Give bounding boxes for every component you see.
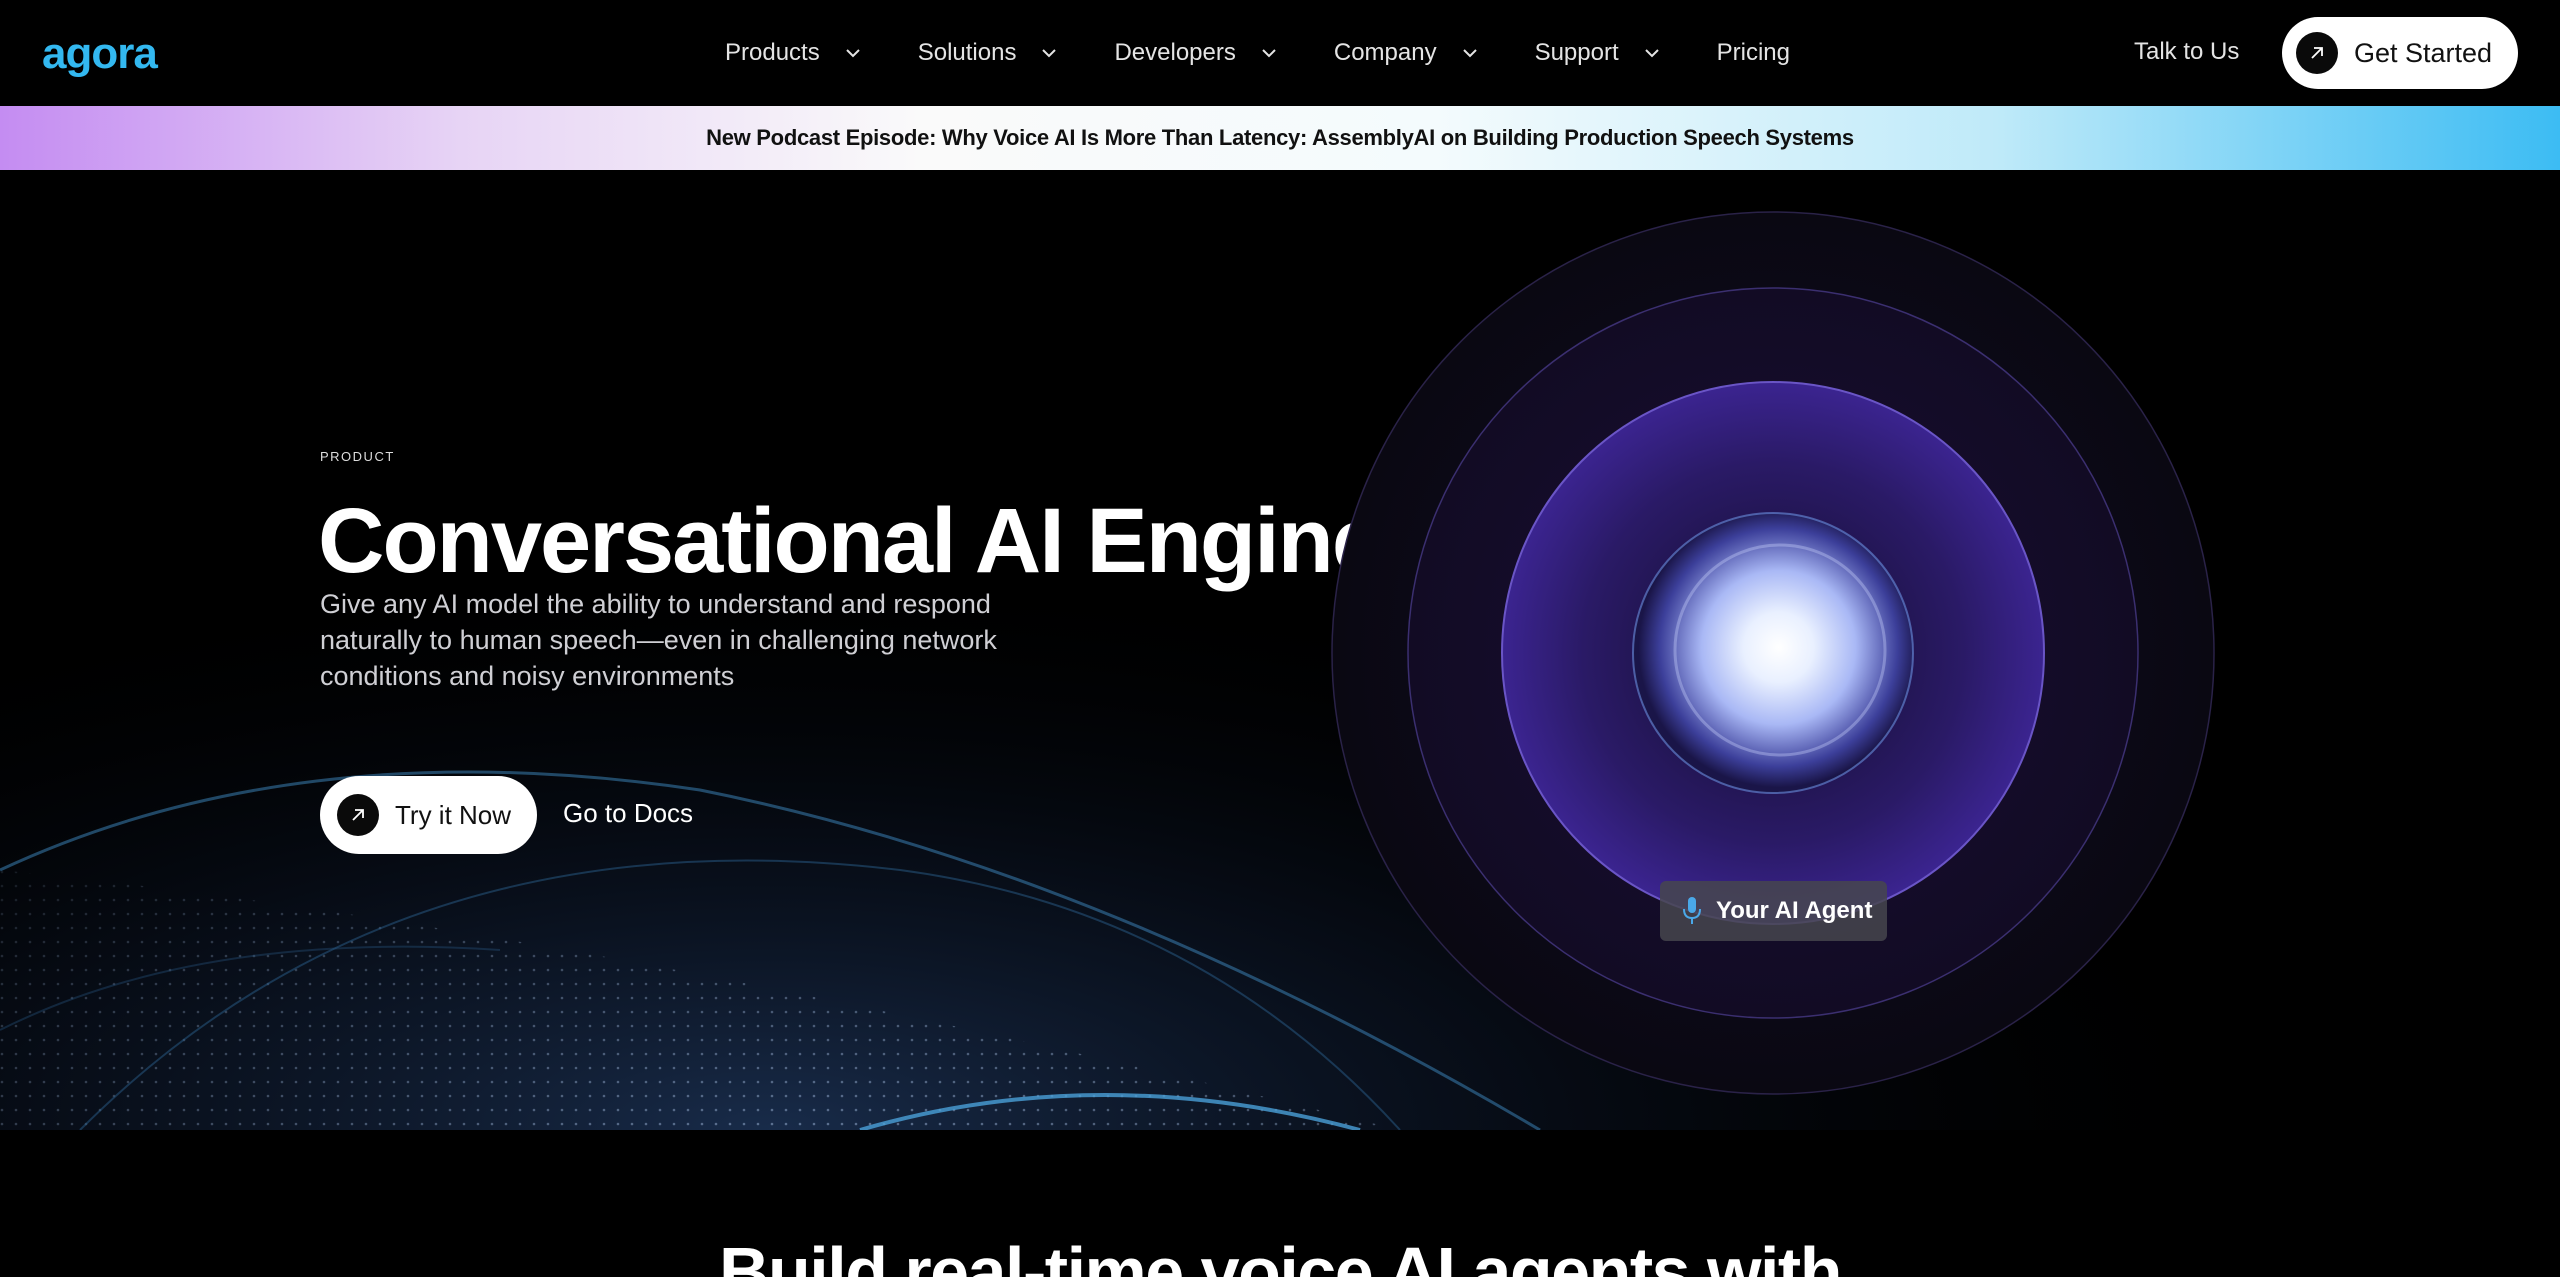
hero-subtitle: Give any AI model the ability to underst… — [320, 589, 997, 691]
hero-eyebrow: PRODUCT — [320, 449, 395, 464]
get-started-button[interactable]: Get Started — [2282, 17, 2518, 89]
nav-item-pricing[interactable]: Pricing — [1717, 39, 1790, 67]
talk-to-us-link[interactable]: Talk to Us — [2134, 38, 2239, 66]
nav-item-label: Products — [725, 39, 820, 66]
arrow-up-right-icon — [2296, 32, 2338, 74]
hero-section: PRODUCT Conversational AI Engine Give an… — [0, 170, 2560, 1130]
nav-item-company[interactable]: Company — [1334, 39, 1479, 67]
chevron-down-icon — [1262, 49, 1276, 58]
top-navigation: agora Products Solutions Developers Comp… — [0, 0, 2560, 106]
nav-item-products[interactable]: Products — [725, 39, 862, 67]
chevron-down-icon — [1462, 49, 1477, 58]
ai-agent-label: Your AI Agent — [1716, 897, 1873, 924]
agora-logo[interactable]: agora — [42, 32, 158, 80]
nav-item-label: Developers — [1114, 39, 1236, 66]
next-section: Build real-time voice AI agents with — [0, 1130, 2560, 1277]
try-it-now-label: Try it Now — [395, 799, 512, 830]
try-it-now-button[interactable]: Try it Now — [320, 776, 537, 854]
ai-orb-graphic — [1331, 211, 2215, 1095]
nav-item-developers[interactable]: Developers — [1114, 39, 1277, 67]
get-started-label: Get Started — [2354, 37, 2493, 68]
section-heading: Build real-time voice AI agents with — [719, 1233, 1843, 1277]
go-to-docs-link[interactable]: Go to Docs — [563, 798, 693, 829]
nav-item-label: Pricing — [1716, 39, 1790, 66]
chevron-down-icon — [1644, 49, 1659, 58]
announcement-banner[interactable]: New Podcast Episode: Why Voice AI Is Mor… — [0, 106, 2560, 170]
banner-text: New Podcast Episode: Why Voice AI Is Mor… — [706, 125, 1854, 150]
main-menu: Products Solutions Developers Company Su… — [725, 0, 1790, 106]
nav-item-support[interactable]: Support — [1535, 39, 1661, 67]
chevron-down-icon — [846, 49, 860, 58]
chevron-down-icon — [1042, 49, 1057, 58]
nav-item-label: Company — [1333, 39, 1437, 66]
nav-item-label: Support — [1534, 39, 1619, 66]
nav-item-label: Solutions — [917, 39, 1017, 66]
microphone-icon — [1683, 897, 1701, 924]
arrow-up-right-icon — [337, 794, 379, 836]
nav-item-solutions[interactable]: Solutions — [918, 39, 1059, 67]
ai-agent-badge[interactable]: Your AI Agent — [1660, 881, 1887, 941]
hero-title: Conversational AI Engine — [318, 490, 1383, 592]
